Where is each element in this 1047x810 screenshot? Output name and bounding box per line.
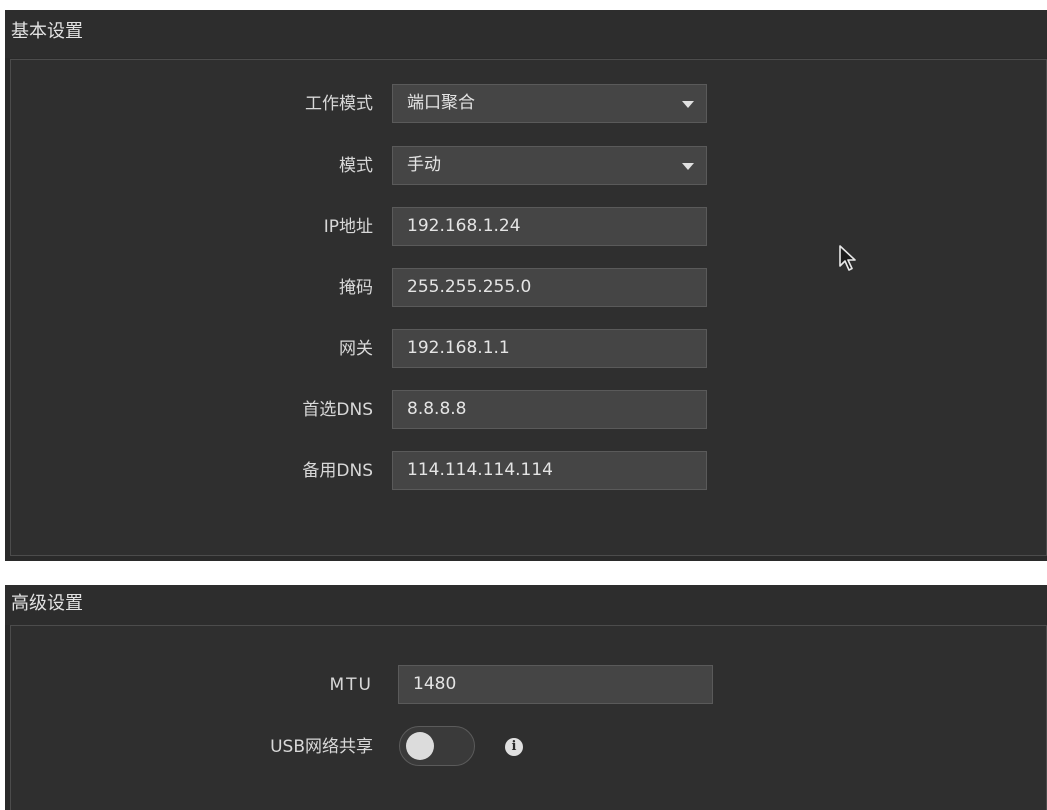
caret-down-icon [682,163,694,170]
gateway-input[interactable]: 192.168.1.1 [392,329,707,368]
gateway-row: 网关 192.168.1.1 [11,329,1046,370]
basic-settings-body: 工作模式 端口聚合 模式 手动 IP地址 192.168.1.24 掩码 255… [10,59,1047,556]
advanced-settings-body: MTU 1480 USB网络共享 i [10,625,1047,810]
basic-settings-panel: 基本设置 工作模式 端口聚合 模式 手动 IP地址 192.168.1.24 掩… [5,10,1047,561]
mode-select[interactable]: 手动 [392,146,707,185]
usb-share-row: USB网络共享 i [11,724,1046,770]
ip-label: IP地址 [323,217,373,237]
usb-share-label: USB网络共享 [270,737,373,757]
dns1-label: 首选DNS [302,400,373,420]
mouse-cursor-icon [839,245,856,271]
work-mode-row: 工作模式 端口聚合 [11,84,1046,125]
gateway-label: 网关 [339,339,373,359]
caret-down-icon [682,101,694,108]
mode-label: 模式 [339,156,373,176]
mode-value: 手动 [407,155,441,175]
info-icon[interactable]: i [505,738,523,756]
work-mode-value: 端口聚合 [407,93,475,113]
dns2-input[interactable]: 114.114.114.114 [392,451,707,490]
mask-label: 掩码 [339,278,373,298]
dns1-input[interactable]: 8.8.8.8 [392,390,707,429]
advanced-settings-panel: 高级设置 MTU 1480 USB网络共享 i [5,585,1047,810]
mode-row: 模式 手动 [11,146,1046,187]
dns1-row: 首选DNS 8.8.8.8 [11,390,1046,431]
work-mode-select[interactable]: 端口聚合 [392,84,707,123]
ip-input[interactable]: 192.168.1.24 [392,207,707,246]
usb-share-toggle[interactable] [399,726,475,766]
dns2-row: 备用DNS 114.114.114.114 [11,451,1046,492]
toggle-knob [406,732,434,760]
work-mode-label: 工作模式 [305,94,373,114]
mask-input[interactable]: 255.255.255.0 [392,268,707,307]
basic-settings-title: 基本设置 [5,10,1047,58]
ip-row: IP地址 192.168.1.24 [11,207,1046,248]
mtu-label: MTU [329,675,373,695]
advanced-settings-title: 高级设置 [5,585,1047,625]
mtu-row: MTU 1480 [11,665,1046,706]
dns2-label: 备用DNS [302,461,373,481]
mtu-input[interactable]: 1480 [398,665,713,704]
mask-row: 掩码 255.255.255.0 [11,268,1046,309]
